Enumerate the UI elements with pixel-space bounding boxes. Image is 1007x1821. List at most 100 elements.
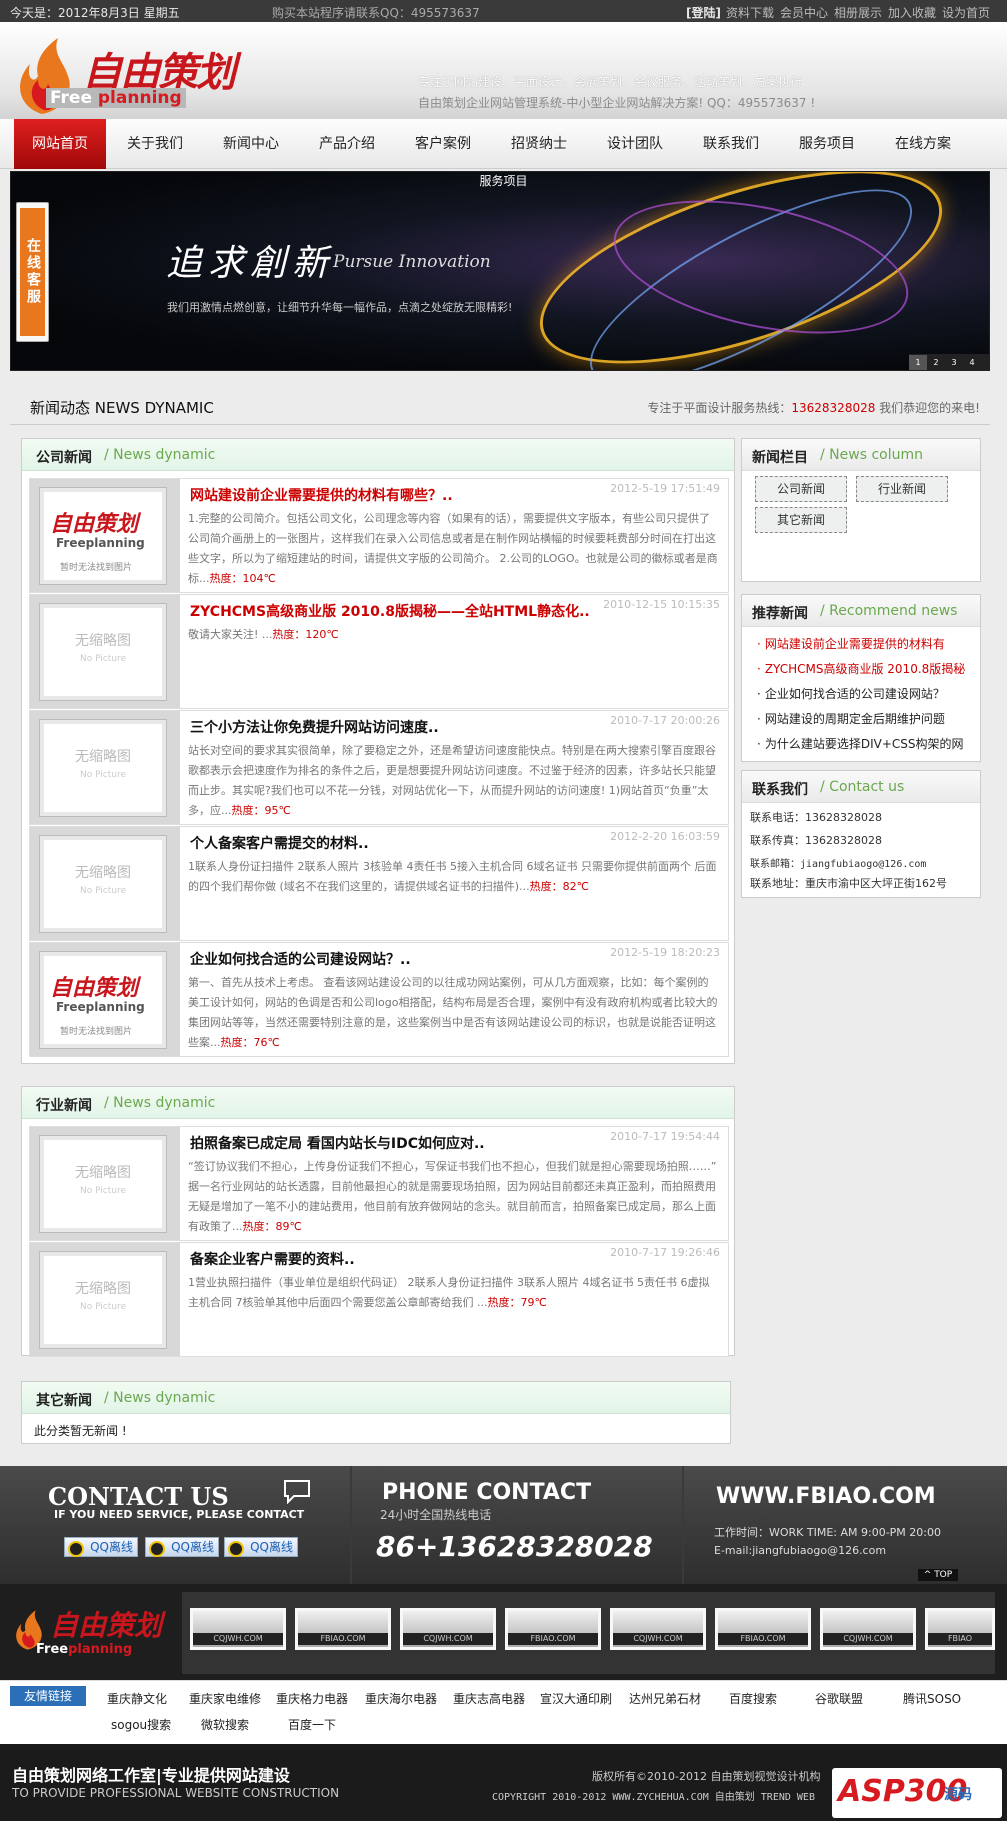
friend-link[interactable]: 百度一下 xyxy=(288,1716,336,1733)
asp300-logo[interactable]: ASP300 源码 xyxy=(832,1768,1002,1818)
news-title[interactable]: 企业如何找合适的公司建设网站？.. xyxy=(190,949,411,969)
top-link-member[interactable]: 会员中心 xyxy=(780,4,828,21)
news-title[interactable]: 个人备案客户需提交的材料.. xyxy=(190,833,369,853)
hero-banner[interactable]: 追求創新 Pursue Innovation 我们用激情点燃创意，让细节升华每一… xyxy=(10,171,990,371)
friend-link[interactable]: 重庆家电维修 xyxy=(189,1690,261,1707)
friend-link[interactable]: 重庆静文化 xyxy=(107,1690,167,1707)
ad-banner-label: FBIAO.COM xyxy=(508,1633,598,1645)
ad-banner[interactable]: FBIAO.COM xyxy=(715,1608,811,1650)
news-title[interactable]: 网站建设前企业需要提供的材料有哪些？.. xyxy=(190,485,453,505)
ad-banner[interactable]: FBIAO.COM xyxy=(505,1608,601,1650)
contact-subtitle: / Contact us xyxy=(820,779,905,795)
nav-jobs[interactable]: 招贤纳士 xyxy=(500,119,578,169)
site-logo[interactable]: 自由策划 Free planning xyxy=(10,36,236,114)
ad-banner[interactable]: CQJWH.COM xyxy=(400,1608,496,1650)
friend-link[interactable]: 百度搜索 xyxy=(729,1690,777,1707)
news-date: 2010-7-17 20:00:26 xyxy=(610,714,720,727)
copyright-text: 版权所有©2010-2012 自由策划视觉设计机构 xyxy=(592,1770,821,1783)
company-news-title[interactable]: 公司新闻 xyxy=(36,447,92,467)
banner-text: 我们用激情点燃创意，让细节升华每一幅作品，点滴之处绽放无限精彩! xyxy=(167,301,513,314)
recommend-item[interactable]: 企业如何找合适的公司建设网站？ xyxy=(757,685,945,702)
top-link-download[interactable]: 资料下载 xyxy=(726,4,774,21)
friend-link[interactable]: 微软搜索 xyxy=(201,1716,249,1733)
studio-name: 自由策划网络工作室|专业提供网站建设 xyxy=(12,1766,290,1785)
copyright-text-en: COPYRIGHT 2010-2012 WWW.ZYCHEHUA.COM 自由策… xyxy=(492,1792,815,1803)
qq-offline-1[interactable]: QQ离线 xyxy=(64,1537,138,1557)
top-link-album[interactable]: 相册展示 xyxy=(834,4,882,21)
industry-news-title[interactable]: 行业新闻 xyxy=(36,1095,92,1115)
banner-page-4[interactable]: 4 xyxy=(963,355,981,370)
category-company-news[interactable]: 公司新闻 xyxy=(755,476,847,502)
top-link-favorite[interactable]: 加入收藏 xyxy=(888,4,936,21)
news-thumbnail[interactable]: 无缩略图 No Picture xyxy=(40,1252,166,1348)
nav-services[interactable]: 服务项目 xyxy=(788,119,866,169)
news-date: 2012-2-20 16:03:59 xyxy=(610,830,720,843)
top-link-homepage[interactable]: 设为首页 xyxy=(942,4,990,21)
news-title[interactable]: 三个小方法让你免费提升网站访问速度.. xyxy=(190,717,439,737)
news-thumbnail[interactable]: 无缩略图 No Picture xyxy=(40,720,166,816)
friend-link[interactable]: 宣汉大通印刷 xyxy=(540,1690,612,1707)
news-column-header: 新闻栏目 / News column xyxy=(742,439,980,471)
back-to-top-button[interactable]: ^ TOP xyxy=(918,1569,958,1581)
banner-page-1[interactable]: 1 xyxy=(909,355,927,370)
ad-banner[interactable]: CQJWH.COM xyxy=(190,1608,286,1650)
friend-link[interactable]: 重庆格力电器 xyxy=(276,1690,348,1707)
login-link[interactable]: [登陆] xyxy=(686,4,721,21)
nav-news[interactable]: 新闻中心 xyxy=(212,119,290,169)
logo-text-en: Free planning xyxy=(46,88,186,108)
nav-contact[interactable]: 联系我们 xyxy=(692,119,770,169)
news-summary: 1.完整的公司简介。包括公司文化，公司理念等内容（如果有的话），需要提供文字版本… xyxy=(188,509,718,589)
nav-products[interactable]: 产品介绍 xyxy=(308,119,386,169)
friend-link[interactable]: 重庆志高电器 xyxy=(453,1690,525,1707)
ad-banner-label: CQJWH.COM xyxy=(403,1633,493,1645)
recommend-item[interactable]: 为什么建站要选择DIV+CSS构架的网 xyxy=(757,735,964,752)
footer-copyright: 自由策划网络工作室|专业提供网站建设 TO PROVIDE PROFESSION… xyxy=(0,1744,1007,1821)
category-other-news[interactable]: 其它新闻 xyxy=(755,507,847,533)
nav-home[interactable]: 网站首页 xyxy=(14,119,106,169)
company-news-panel: 公司新闻 / News dynamic 自由策划 Freeplanning 暂时无法… xyxy=(21,438,735,1064)
news-thumbnail[interactable]: 自由策划 Freeplanning 暂时无法找到图片 xyxy=(40,488,166,584)
news-title[interactable]: 拍照备案已成定局 看国内站长与IDC如何应对.. xyxy=(190,1133,485,1153)
recommend-item[interactable]: 网站建设前企业需要提供的材料有 xyxy=(757,635,945,652)
news-thumbnail[interactable]: 无缩略图 No Picture xyxy=(40,1136,166,1232)
category-industry-news[interactable]: 行业新闻 xyxy=(856,476,948,502)
hotline: 专注于平面设计服务热线：13628328028 我们恭迎您的来电! xyxy=(647,399,980,416)
asp300-sub: 源码 xyxy=(944,1787,972,1803)
friend-link[interactable]: 腾讯SOSO xyxy=(903,1690,961,1707)
news-title[interactable]: 备案企业客户需要的资料.. xyxy=(190,1249,355,1269)
footer-logo[interactable]: 自由策划 Freeplanning xyxy=(12,1602,172,1662)
nav-dropdown-label[interactable]: 服务项目 xyxy=(0,172,1007,189)
ad-banner[interactable]: CQJWH.COM xyxy=(820,1608,916,1650)
nav-online-plan[interactable]: 在线方案 xyxy=(884,119,962,169)
nav-team[interactable]: 设计团队 xyxy=(596,119,674,169)
no-picture-label: 无缩略图 xyxy=(75,749,131,765)
news-date: 2010-12-15 10:15:35 xyxy=(603,598,720,611)
nav-cases[interactable]: 客户案例 xyxy=(404,119,482,169)
recommend-subtitle: / Recommend news xyxy=(820,603,958,619)
ad-banner-label: FBIAO xyxy=(928,1633,992,1645)
friend-link[interactable]: sogou搜索 xyxy=(111,1716,171,1733)
banner-page-2[interactable]: 2 xyxy=(927,355,945,370)
recommend-item[interactable]: 网站建设的周期定金后期维护问题 xyxy=(757,710,945,727)
ad-banner[interactable]: FBIAO.COM xyxy=(295,1608,391,1650)
qq-offline-3[interactable]: QQ离线 xyxy=(224,1537,298,1557)
recommend-item[interactable]: ZYCHCMS高级商业版 2010.8版揭秘 xyxy=(757,660,965,677)
friend-link[interactable]: 谷歌联盟 xyxy=(815,1690,863,1707)
ad-banner[interactable]: FBIAO xyxy=(925,1608,995,1650)
banner-page-3[interactable]: 3 xyxy=(945,355,963,370)
qq-offline-2[interactable]: QQ离线 xyxy=(145,1537,219,1557)
news-title[interactable]: ZYCHCMS高级商业版 2010.8版揭秘——全站HTML静态化.. xyxy=(190,601,590,621)
ad-banner-label: CQJWH.COM xyxy=(823,1633,913,1645)
nav-about[interactable]: 关于我们 xyxy=(116,119,194,169)
news-thumbnail[interactable]: 无缩略图 No Picture xyxy=(40,604,166,700)
friend-link[interactable]: 达州兄弟石材 xyxy=(629,1690,701,1707)
news-thumbnail[interactable]: 无缩略图 No Picture xyxy=(40,836,166,932)
other-news-title[interactable]: 其它新闻 xyxy=(36,1390,92,1410)
ad-banner[interactable]: CQJWH.COM xyxy=(610,1608,706,1650)
online-service-tab[interactable]: 在线客服 xyxy=(16,202,49,342)
news-item: 无缩略图 No Picture 备案企业客户需要的资料.. 2010-7-17 19:… xyxy=(29,1242,729,1357)
footer-contact-band: CONTACT US IF YOU NEED SERVICE, PLEASE C… xyxy=(0,1466,1007,1584)
news-thumbnail[interactable]: 自由策划 Freeplanning 暂时无法找到图片 xyxy=(40,952,166,1048)
phone-contact-sub: 24小时全国热线电话 xyxy=(380,1508,492,1522)
friend-link[interactable]: 重庆海尔电器 xyxy=(365,1690,437,1707)
